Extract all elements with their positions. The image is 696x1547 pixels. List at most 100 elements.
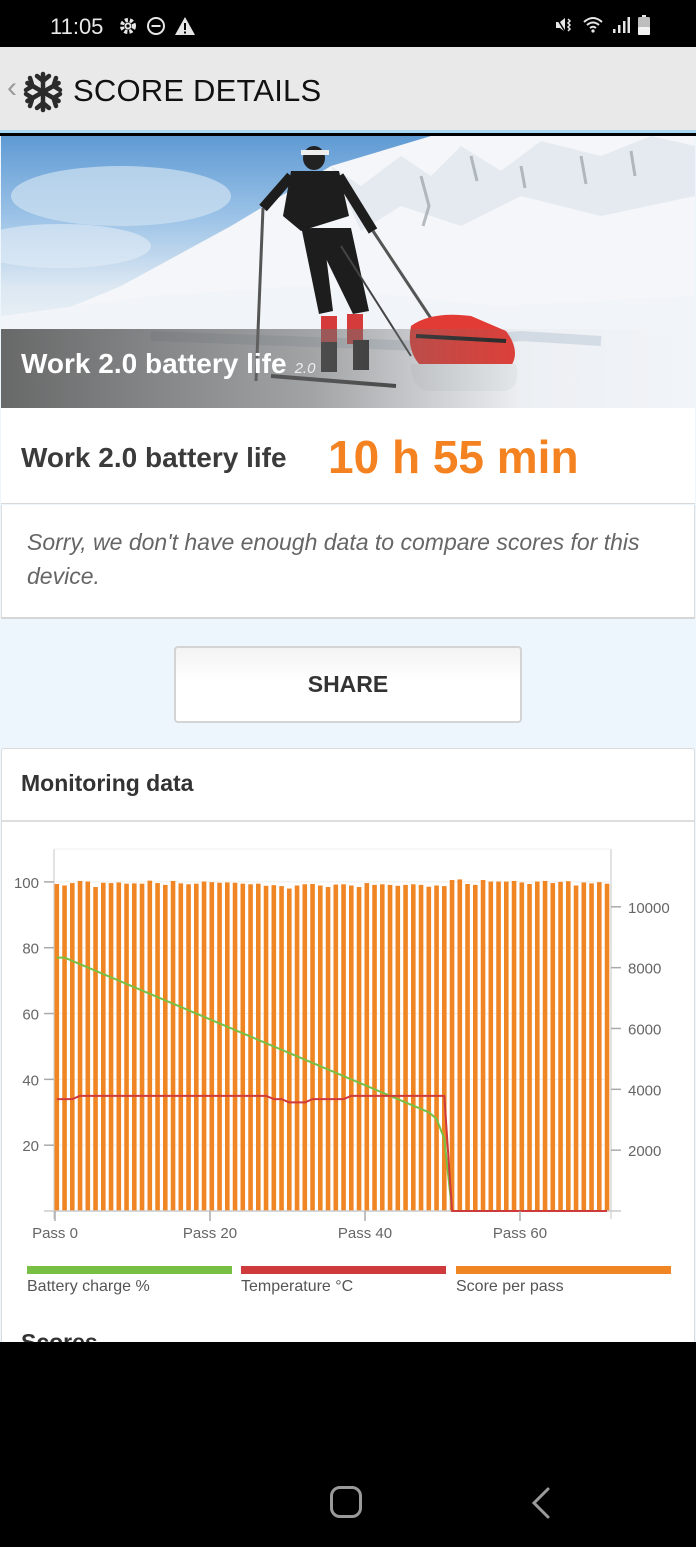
y-right-tick-label: 2000 (628, 1143, 661, 1160)
hero-title: Work 2.0 battery life 2.0 (21, 348, 315, 380)
score-bar (325, 887, 331, 1211)
chevron-left-icon[interactable]: ‹ (7, 73, 17, 103)
y-right-tick-label: 8000 (628, 961, 661, 978)
hero-title-text: Work 2.0 battery life (21, 348, 287, 379)
score-bar (201, 881, 207, 1211)
do-not-disturb-icon (147, 17, 165, 35)
battery-line (56, 956, 608, 1212)
score-bar (519, 882, 525, 1211)
score-bar (240, 883, 246, 1211)
score-bar (418, 884, 424, 1211)
score-bar (93, 887, 98, 1211)
legend-label-battery: Battery charge % (27, 1278, 150, 1295)
status-bar: 11:05 (0, 0, 696, 47)
gear-icon (120, 18, 136, 34)
home-button-icon[interactable] (330, 1486, 362, 1518)
content-scroll[interactable]: Work 2.0 battery life 2.0 Work 2.0 batter… (0, 136, 696, 1342)
score-bar (147, 880, 153, 1211)
compare-message: Sorry, we don't have enough data to comp… (27, 529, 640, 589)
legend-label-score: Score per pass (456, 1278, 564, 1295)
score-bar (217, 882, 222, 1211)
legend-swatch-battery (27, 1266, 232, 1274)
score-bar (101, 882, 106, 1211)
score-bar (411, 884, 416, 1211)
score-bar (62, 885, 67, 1211)
score-bar (248, 884, 253, 1211)
score-bar (170, 880, 176, 1211)
score-label: Work 2.0 battery life (21, 442, 287, 473)
score-bar (573, 885, 579, 1211)
score-bar (209, 882, 215, 1211)
score-bar (116, 882, 122, 1211)
temperature-line (56, 1094, 608, 1212)
score-bar (341, 884, 346, 1211)
score-bar (178, 883, 184, 1211)
score-bar (186, 884, 191, 1211)
score-bar (597, 882, 602, 1211)
score-bar (108, 883, 114, 1211)
compare-card: Sorry, we don't have enough data to comp… (1, 505, 695, 619)
score-bar (155, 883, 160, 1211)
battery-icon (638, 15, 650, 35)
legend-swatch-temperature (241, 1266, 446, 1274)
score-bar (550, 883, 556, 1211)
score-bar (387, 884, 393, 1211)
score-bar (302, 884, 308, 1211)
score-bar (356, 887, 362, 1211)
back-button-icon[interactable] (528, 1486, 554, 1520)
score-bar (139, 883, 145, 1211)
score-bar (480, 880, 486, 1211)
snowflake-icon[interactable] (22, 71, 64, 113)
score-bar (426, 886, 432, 1211)
y-left-tick-label: 60 (22, 1007, 39, 1024)
score-bar (349, 885, 354, 1211)
legend-temperature: Temperature °C (241, 1266, 446, 1296)
score-bar (566, 881, 571, 1211)
y-left-tick-label: 80 (22, 941, 39, 958)
hero-banner: Work 2.0 battery life 2.0 (1, 136, 695, 408)
x-tick-label: Pass 40 (338, 1225, 392, 1242)
score-bar (132, 883, 137, 1211)
app-bar: ‹ SCORE DETAILS (0, 47, 696, 133)
score-bar (380, 884, 385, 1211)
score-bar (504, 881, 509, 1211)
score-bar (465, 883, 470, 1211)
monitoring-title: Monitoring data (21, 770, 194, 796)
signal-icon (613, 17, 630, 33)
score-bar (54, 883, 60, 1211)
legend-swatch-score (456, 1266, 671, 1274)
y-left-tick-label: 40 (22, 1072, 39, 1089)
score-bar (535, 881, 540, 1211)
score-value: 10 h 55 min (328, 431, 579, 483)
score-bar (473, 884, 478, 1211)
score-bar (449, 880, 455, 1211)
y-left-tick-label: 20 (22, 1138, 39, 1155)
score-bar (542, 880, 548, 1211)
status-time: 11:05 (50, 14, 104, 39)
warning-icon (175, 17, 195, 35)
score-bar (372, 884, 377, 1211)
score-card: Work 2.0 battery life 10 h 55 min (1, 408, 695, 504)
score-bar (488, 881, 494, 1211)
score-bar (511, 880, 517, 1211)
score-bar (558, 881, 563, 1211)
page-title: SCORE DETAILS (73, 73, 322, 108)
score-bar (232, 882, 238, 1211)
score-bar (225, 882, 230, 1211)
score-bar (77, 880, 83, 1211)
score-bar (403, 884, 408, 1211)
score-bar (287, 888, 292, 1211)
score-bar (85, 881, 91, 1211)
wifi-icon (583, 17, 603, 33)
chart-legend: Battery charge % Temperature °C Score pe… (27, 1266, 672, 1306)
score-bar (496, 881, 501, 1211)
score-bar (364, 883, 370, 1211)
x-tick-label: Pass 60 (493, 1225, 547, 1242)
legend-label-temperature: Temperature °C (241, 1278, 354, 1295)
scores-section-title: Scores (21, 1329, 98, 1342)
x-tick-label: Pass 0 (32, 1225, 78, 1242)
share-button[interactable]: SHARE (174, 646, 522, 723)
score-bar (395, 885, 401, 1211)
legend-score: Score per pass (456, 1266, 671, 1296)
score-bar (581, 882, 587, 1211)
